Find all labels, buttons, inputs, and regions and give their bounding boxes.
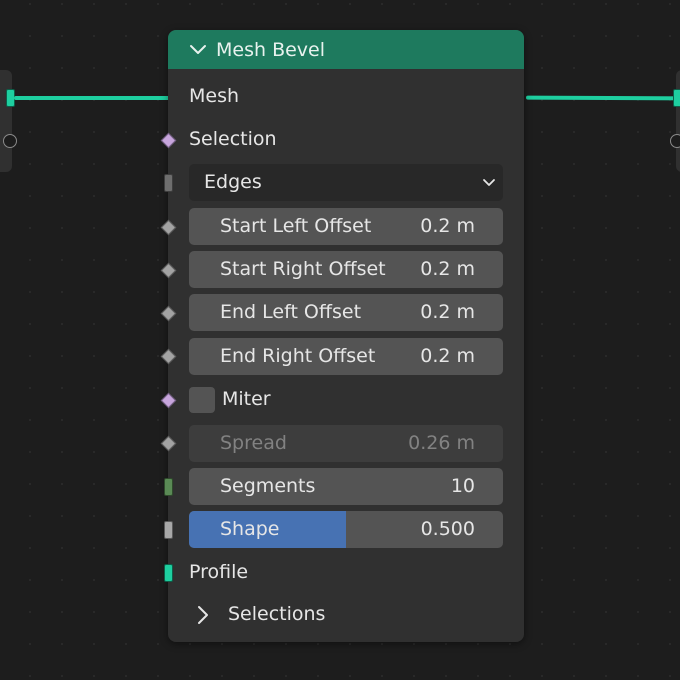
end-right-offset-value: 0.2 m xyxy=(420,345,475,367)
node-header[interactable]: Mesh Bevel xyxy=(168,30,524,69)
left-node-output-socket[interactable] xyxy=(3,134,17,148)
profile-input-label: Profile xyxy=(189,561,249,583)
geometry-link-in[interactable] xyxy=(14,96,170,100)
left-node-partial[interactable] xyxy=(0,70,12,172)
chevron-down-icon[interactable] xyxy=(188,40,208,60)
shape-label: Shape xyxy=(220,518,280,540)
shape-value: 0.500 xyxy=(420,518,475,540)
profile-socket[interactable] xyxy=(164,564,173,582)
mesh-bevel-node[interactable]: Mesh Bevel Mesh Selection Edges Start Le… xyxy=(160,30,524,642)
mode-dropdown[interactable]: Edges xyxy=(189,164,503,201)
shape-socket[interactable] xyxy=(164,521,173,539)
spread-value: 0.26 m xyxy=(408,432,475,454)
selection-input-label: Selection xyxy=(189,128,277,150)
end-left-offset-value: 0.2 m xyxy=(420,301,475,323)
end-right-offset-field[interactable]: End Right Offset 0.2 m xyxy=(189,338,503,375)
end-right-offset-label: End Right Offset xyxy=(220,345,376,367)
start-right-offset-value: 0.2 m xyxy=(420,258,475,280)
spread-field[interactable]: Spread 0.26 m xyxy=(189,425,503,462)
mesh-input-label: Mesh xyxy=(189,85,240,107)
shape-slider[interactable]: Shape 0.500 xyxy=(189,511,503,548)
geometry-link-out[interactable] xyxy=(525,95,680,101)
mode-dropdown-value: Edges xyxy=(204,171,262,193)
miter-label: Miter xyxy=(222,388,271,410)
start-right-offset-label: Start Right Offset xyxy=(220,258,386,280)
end-left-offset-field[interactable]: End Left Offset 0.2 m xyxy=(189,294,503,331)
start-left-offset-value: 0.2 m xyxy=(420,215,475,237)
miter-checkbox[interactable] xyxy=(189,387,215,413)
right-node-partial[interactable] xyxy=(676,70,680,172)
end-left-offset-label: End Left Offset xyxy=(220,301,362,323)
segments-value: 10 xyxy=(450,475,475,497)
spread-label: Spread xyxy=(220,432,287,454)
selections-panel-label[interactable]: Selections xyxy=(228,603,325,625)
chevron-down-icon xyxy=(481,174,497,190)
start-left-offset-label: Start Left Offset xyxy=(220,215,372,237)
right-node-input-socket[interactable] xyxy=(670,134,680,148)
start-right-offset-field[interactable]: Start Right Offset 0.2 m xyxy=(189,251,503,288)
chevron-right-icon[interactable] xyxy=(194,604,212,626)
segments-field[interactable]: Segments 10 xyxy=(189,468,503,505)
segments-socket[interactable] xyxy=(164,478,173,496)
mode-socket[interactable] xyxy=(164,174,173,192)
right-node-geometry-input-socket[interactable] xyxy=(673,89,680,107)
segments-label: Segments xyxy=(220,475,316,497)
node-title: Mesh Bevel xyxy=(216,38,325,61)
start-left-offset-field[interactable]: Start Left Offset 0.2 m xyxy=(189,208,503,245)
